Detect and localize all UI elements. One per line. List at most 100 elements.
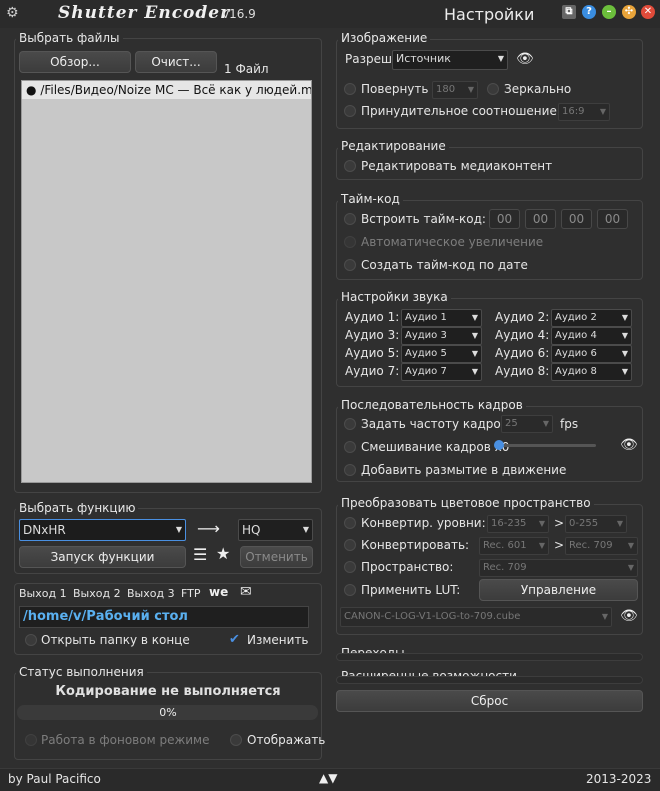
levels-from-select[interactable]: 16-235	[487, 515, 549, 533]
frame-rate-select[interactable]: 25	[501, 415, 553, 433]
eye-icon[interactable]: 👁	[620, 437, 638, 453]
fps-label: fps	[560, 417, 579, 431]
progress-text: 0%	[159, 706, 177, 719]
levels-checkbox[interactable]	[344, 517, 356, 529]
mirror-checkbox[interactable]	[487, 83, 499, 95]
audio-1-select[interactable]: Аудио 1	[401, 309, 482, 327]
lut-manage-button[interactable]: Управление	[479, 579, 638, 601]
audio-2-label: Аудио 2:	[495, 310, 550, 324]
checkmark-icon[interactable]: ✔	[229, 632, 240, 647]
browse-button[interactable]: Обзор...	[19, 51, 131, 73]
tab-ftp[interactable]: FTP	[181, 587, 201, 600]
years-label: 2013-2023	[586, 772, 652, 786]
ratio-checkbox[interactable]	[344, 105, 356, 117]
open-folder-checkbox[interactable]	[25, 634, 37, 646]
close-icon[interactable]: ✕	[641, 5, 655, 19]
wetransfer-icon[interactable]: we	[209, 585, 228, 599]
auto-increment-checkbox[interactable]	[344, 236, 356, 248]
gear-icon[interactable]: ⚙	[6, 5, 19, 21]
edit-media-checkbox[interactable]	[344, 160, 356, 172]
minimize-icon[interactable]: –	[602, 5, 616, 19]
rotate-checkbox[interactable]	[344, 83, 356, 95]
resolution-label: Разреш	[345, 52, 392, 66]
timecode-frames[interactable]: 00	[597, 209, 628, 229]
frame-rate-checkbox[interactable]	[344, 418, 356, 430]
file-list[interactable]: ● /Files/Видео/Noize MC — Всё как у люде…	[21, 80, 312, 483]
audio-6-select[interactable]: Аудио 6	[551, 345, 632, 363]
ratio-select[interactable]: 16:9	[558, 103, 610, 121]
tab-output-2[interactable]: Выход 2	[73, 587, 121, 600]
date-timecode-checkbox[interactable]	[344, 259, 356, 271]
convert-arrow: >	[554, 538, 565, 552]
star-icon[interactable]: ★	[216, 544, 230, 563]
file-count: 1 Файл	[224, 62, 269, 76]
timecode-seconds[interactable]: 00	[561, 209, 592, 229]
file-path: /Files/Видео/Noize MC — Всё как у людей.…	[40, 83, 311, 97]
resolution-select[interactable]: Источник	[392, 50, 508, 70]
display-checkbox[interactable]	[230, 734, 242, 746]
convert-from-select[interactable]: Rec. 601	[479, 537, 549, 555]
frame-blend-checkbox[interactable]	[344, 441, 356, 453]
start-function-button[interactable]: Запуск функции	[19, 546, 186, 568]
motion-blur-checkbox[interactable]	[344, 464, 356, 476]
frame-blend-label: Смешивание кадров x0	[361, 440, 510, 454]
transitions-collapsed[interactable]	[336, 653, 643, 661]
status-message: Кодирование не выполняется	[55, 684, 281, 699]
audio-1-label: Аудио 1:	[345, 310, 400, 324]
change-label: Изменить	[247, 633, 309, 647]
output-path[interactable]: /home/v/Рабочий стол	[19, 606, 309, 628]
reset-button[interactable]: Сброс	[336, 690, 643, 712]
function-group-title: Выбрать функцию	[16, 501, 139, 515]
audio-5-select[interactable]: Аудио 5	[401, 345, 482, 363]
convert-checkbox[interactable]	[344, 539, 356, 551]
eye-icon[interactable]: 👁	[516, 51, 534, 67]
function-select[interactable]: DNxHR	[19, 519, 186, 541]
rotate-label: Повернуть	[361, 82, 429, 96]
cancel-button[interactable]: Отменить	[240, 546, 313, 568]
lut-file-select[interactable]: CANON-C-LOG-V1-LOG-to-709.cube	[340, 607, 612, 627]
help-icon[interactable]: ?	[582, 5, 596, 19]
frames-group-title: Последовательность кадров	[338, 398, 526, 412]
image-group-title: Изображение	[338, 31, 431, 45]
menu-icon[interactable]: ☰	[193, 545, 207, 564]
profile-select[interactable]: HQ	[238, 519, 313, 541]
timecode-hours[interactable]: 00	[489, 209, 520, 229]
audio-4-label: Аудио 4:	[495, 328, 550, 342]
display-label: Отображать	[247, 733, 326, 747]
embed-timecode-checkbox[interactable]	[344, 213, 356, 225]
audio-6-label: Аудио 6:	[495, 346, 550, 360]
audio-7-select[interactable]: Аудио 7	[401, 363, 482, 381]
frame-blend-track	[494, 444, 596, 447]
ratio-label: Принудительное соотношение:	[361, 104, 561, 118]
audio-3-select[interactable]: Аудио 3	[401, 327, 482, 345]
levels-arrow: >	[554, 516, 565, 530]
eye-icon[interactable]: 👁	[620, 608, 638, 624]
levels-to-select[interactable]: 0-255	[565, 515, 627, 533]
frame-blend-slider[interactable]	[494, 440, 504, 450]
window-icon[interactable]: ⧉	[562, 5, 576, 19]
updown-icon[interactable]: ▲▼	[319, 771, 337, 785]
audio-2-select[interactable]: Аудио 2	[551, 309, 632, 327]
list-item[interactable]: ● /Files/Видео/Noize MC — Всё как у люде…	[22, 81, 311, 99]
lut-label: Применить LUT:	[361, 583, 461, 597]
editing-group-title: Редактирование	[338, 139, 449, 153]
mail-icon[interactable]: ✉	[240, 584, 252, 600]
tab-output-3[interactable]: Выход 3	[127, 587, 175, 600]
clear-button[interactable]: Очист...	[135, 51, 217, 73]
audio-8-select[interactable]: Аудио 8	[551, 363, 632, 381]
background-mode-checkbox[interactable]	[25, 734, 37, 746]
advanced-collapsed[interactable]	[336, 676, 643, 684]
rotate-select[interactable]: 180	[432, 81, 478, 99]
audio-7-label: Аудио 7:	[345, 364, 400, 378]
space-checkbox[interactable]	[344, 561, 356, 573]
space-select[interactable]: Rec. 709	[479, 559, 638, 577]
date-timecode-label: Создать тайм-код по дате	[361, 258, 528, 272]
tab-output-1[interactable]: Выход 1	[19, 587, 67, 600]
maximize-icon[interactable]: ✣	[622, 5, 636, 19]
space-label: Пространство:	[361, 560, 454, 574]
audio-4-select[interactable]: Аудио 4	[551, 327, 632, 345]
audio-5-label: Аудио 5:	[345, 346, 400, 360]
lut-checkbox[interactable]	[344, 584, 356, 596]
timecode-minutes[interactable]: 00	[525, 209, 556, 229]
convert-to-select[interactable]: Rec. 709	[565, 537, 638, 555]
